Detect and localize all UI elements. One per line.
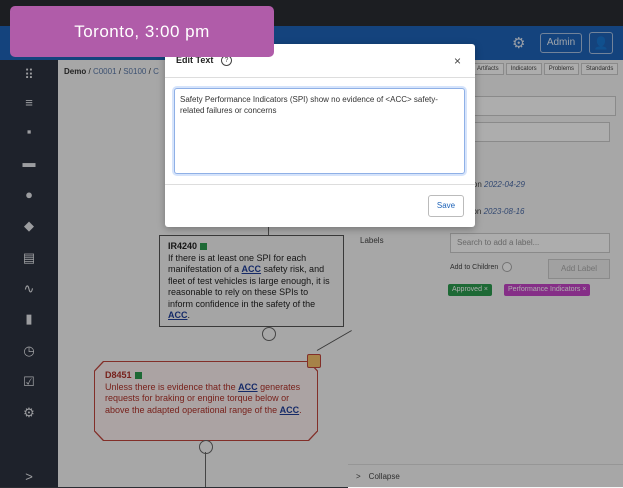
close-icon[interactable]: × (454, 54, 461, 68)
edit-text-textarea[interactable]: Safety Performance Indicators (SPI) show… (174, 88, 465, 174)
location-time-badge: Toronto, 3:00 pm (10, 6, 274, 57)
save-button[interactable]: Save (428, 195, 464, 217)
divider (165, 184, 475, 185)
edit-text-dialog: Edit Text ? × Safety Performance Indicat… (165, 44, 475, 227)
app-window: ⚙ Admin 👤 ⠿ ≡ ▪ ▬ ● ◆ ▤ ∿ ▮ ◷ ☑ ⚙ > Demo… (0, 0, 623, 488)
divider (165, 77, 475, 78)
